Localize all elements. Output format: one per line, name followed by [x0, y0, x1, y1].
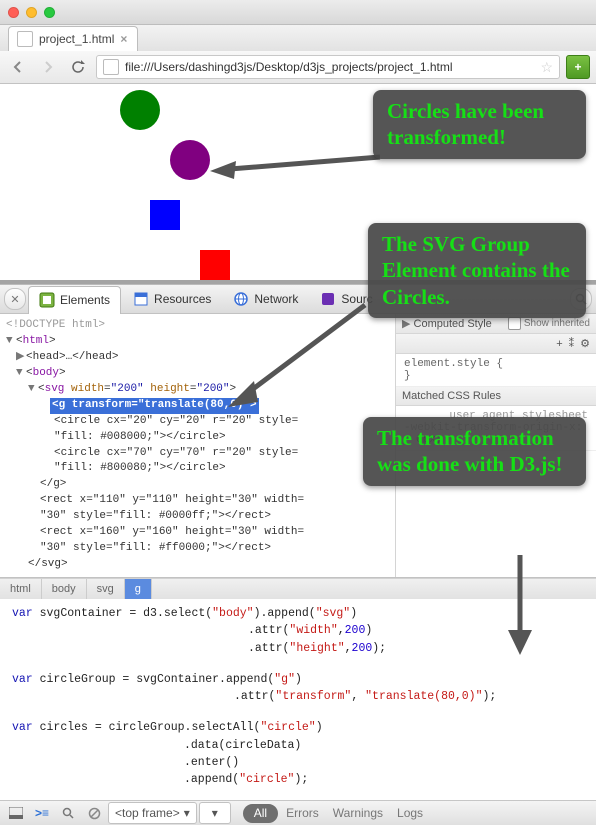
- green-circle: [120, 90, 160, 130]
- url-text: file:///Users/dashingd3js/Desktop/d3js_p…: [125, 60, 453, 74]
- crumb-body[interactable]: body: [42, 579, 87, 599]
- crumb-svg[interactable]: svg: [87, 579, 125, 599]
- close-tab-icon[interactable]: ×: [120, 32, 127, 46]
- annotation-text: The transformation was done with D3.js!: [377, 426, 563, 476]
- console-toggle-icon[interactable]: >≡: [30, 802, 54, 824]
- elements-tree[interactable]: <!DOCTYPE html> ▼<html> ▶<head>…</head> …: [0, 314, 395, 577]
- tab-resources[interactable]: Resources: [123, 285, 221, 313]
- tab-elements[interactable]: Elements: [28, 286, 121, 314]
- context-select[interactable]: ▾: [199, 802, 231, 824]
- url-field[interactable]: file:///Users/dashingd3js/Desktop/d3js_p…: [96, 55, 560, 79]
- network-icon: [233, 291, 249, 307]
- extension-button[interactable]: +: [566, 55, 590, 79]
- annotation-text: Circles have been transformed!: [387, 99, 544, 149]
- page-icon: [103, 59, 119, 75]
- frame-select[interactable]: <top frame> ▾: [108, 802, 197, 824]
- tab-network[interactable]: Network: [223, 285, 308, 313]
- tab-label: Network: [254, 292, 298, 306]
- annotation-box: The SVG Group Element contains the Circl…: [368, 223, 586, 318]
- annotation-text: The SVG Group Element contains the Circl…: [382, 232, 570, 309]
- close-devtools-button[interactable]: ✕: [4, 288, 26, 310]
- clear-console-icon[interactable]: [82, 802, 106, 824]
- add-rule-icon[interactable]: +: [556, 338, 562, 350]
- red-rect: [200, 250, 230, 280]
- toggle-state-icon[interactable]: ⁑: [569, 337, 575, 350]
- filter-all[interactable]: All: [243, 804, 278, 823]
- element-breadcrumbs: html body svg g: [0, 578, 596, 599]
- element-style-block[interactable]: element.style { }: [396, 354, 596, 387]
- back-button[interactable]: [6, 56, 30, 78]
- crumb-g[interactable]: g: [125, 579, 152, 599]
- sources-icon: [320, 291, 336, 307]
- console-panel[interactable]: var svgContainer = d3.select("body").app…: [0, 599, 596, 800]
- window-titlebar: [0, 0, 596, 25]
- show-inherited-checkbox[interactable]: [508, 317, 521, 330]
- reload-button[interactable]: [66, 56, 90, 78]
- devtools: The SVG Group Element contains the Circl…: [0, 284, 596, 825]
- close-traffic-light[interactable]: [8, 7, 19, 18]
- address-bar: file:///Users/dashingd3js/Desktop/d3js_p…: [0, 51, 596, 84]
- filter-errors[interactable]: Errors: [280, 806, 325, 820]
- minimize-traffic-light[interactable]: [26, 7, 37, 18]
- dock-icon[interactable]: [4, 802, 28, 824]
- crumb-html[interactable]: html: [0, 579, 42, 599]
- search-icon[interactable]: [56, 802, 80, 824]
- matched-rules-header: Matched CSS Rules: [396, 387, 596, 406]
- filter-logs[interactable]: Logs: [391, 806, 429, 820]
- forward-button[interactable]: [36, 56, 60, 78]
- annotation-box: Circles have been transformed!: [373, 90, 586, 159]
- browser-tabstrip: project_1.html ×: [0, 25, 596, 51]
- filter-warnings[interactable]: Warnings: [327, 806, 389, 820]
- browser-tab[interactable]: project_1.html ×: [8, 26, 138, 51]
- elements-icon: [39, 292, 55, 308]
- tab-label: Resources: [154, 292, 211, 306]
- styles-toolbar: + ⁑ ⚙: [396, 334, 596, 354]
- zoom-traffic-light[interactable]: [44, 7, 55, 18]
- purple-circle: [170, 140, 210, 180]
- page-icon: [17, 31, 33, 47]
- blue-rect: [150, 200, 180, 230]
- doctype-line: <!DOCTYPE html>: [6, 318, 389, 334]
- tab-label: Elements: [60, 293, 110, 307]
- tab-label: project_1.html: [39, 32, 114, 46]
- rendered-svg: [40, 90, 320, 286]
- annotation-box: The transformation was done with D3.js!: [363, 417, 586, 486]
- resources-icon: [133, 291, 149, 307]
- chevron-down-icon: ▾: [212, 806, 218, 820]
- selected-element-row[interactable]: <g transform="translate(80,0)">: [50, 398, 259, 414]
- devtools-statusbar: >≡ <top frame> ▾ ▾ All Errors Warnings L…: [0, 800, 596, 825]
- gear-icon[interactable]: ⚙: [580, 337, 590, 350]
- bookmark-star-icon[interactable]: ☆: [540, 59, 553, 76]
- chevron-down-icon: ▾: [184, 806, 190, 820]
